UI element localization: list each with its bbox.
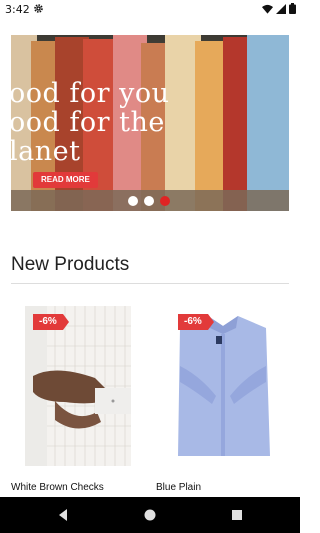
product-name[interactable]: White Brown Checks — [11, 482, 104, 493]
status-bar: 3:42 — [0, 0, 300, 18]
carousel-dot-active[interactable] — [160, 196, 170, 206]
status-time: 3:42 — [5, 3, 30, 16]
product-card[interactable]: -6% White Brown Checks — [11, 306, 145, 493]
signal-icon — [276, 3, 286, 14]
promo-banner[interactable]: ood for you ood for the lanet READ MORE — [11, 35, 289, 211]
product-image[interactable]: -6% — [25, 306, 131, 466]
home-icon[interactable] — [143, 508, 157, 522]
settings-gear-icon — [34, 4, 43, 13]
section-title: New Products — [11, 254, 130, 275]
product-name[interactable]: Blue Plain — [156, 482, 201, 493]
product-image[interactable]: -6% — [170, 306, 276, 466]
back-icon[interactable] — [56, 508, 70, 522]
section-divider — [11, 283, 289, 284]
carousel-indicators — [128, 196, 170, 206]
carousel-dot[interactable] — [128, 196, 138, 206]
battery-icon — [289, 3, 296, 14]
discount-badge: -6% — [33, 314, 69, 330]
read-more-button[interactable]: READ MORE — [33, 172, 98, 188]
carousel-dot[interactable] — [144, 196, 154, 206]
discount-badge: -6% — [178, 314, 214, 330]
banner-headline: ood for you ood for the lanet — [11, 78, 170, 167]
wifi-icon — [262, 4, 273, 14]
product-card[interactable]: -6% Blue Plain — [156, 306, 290, 493]
system-navigation-bar — [0, 497, 300, 533]
recents-icon[interactable] — [230, 508, 244, 522]
